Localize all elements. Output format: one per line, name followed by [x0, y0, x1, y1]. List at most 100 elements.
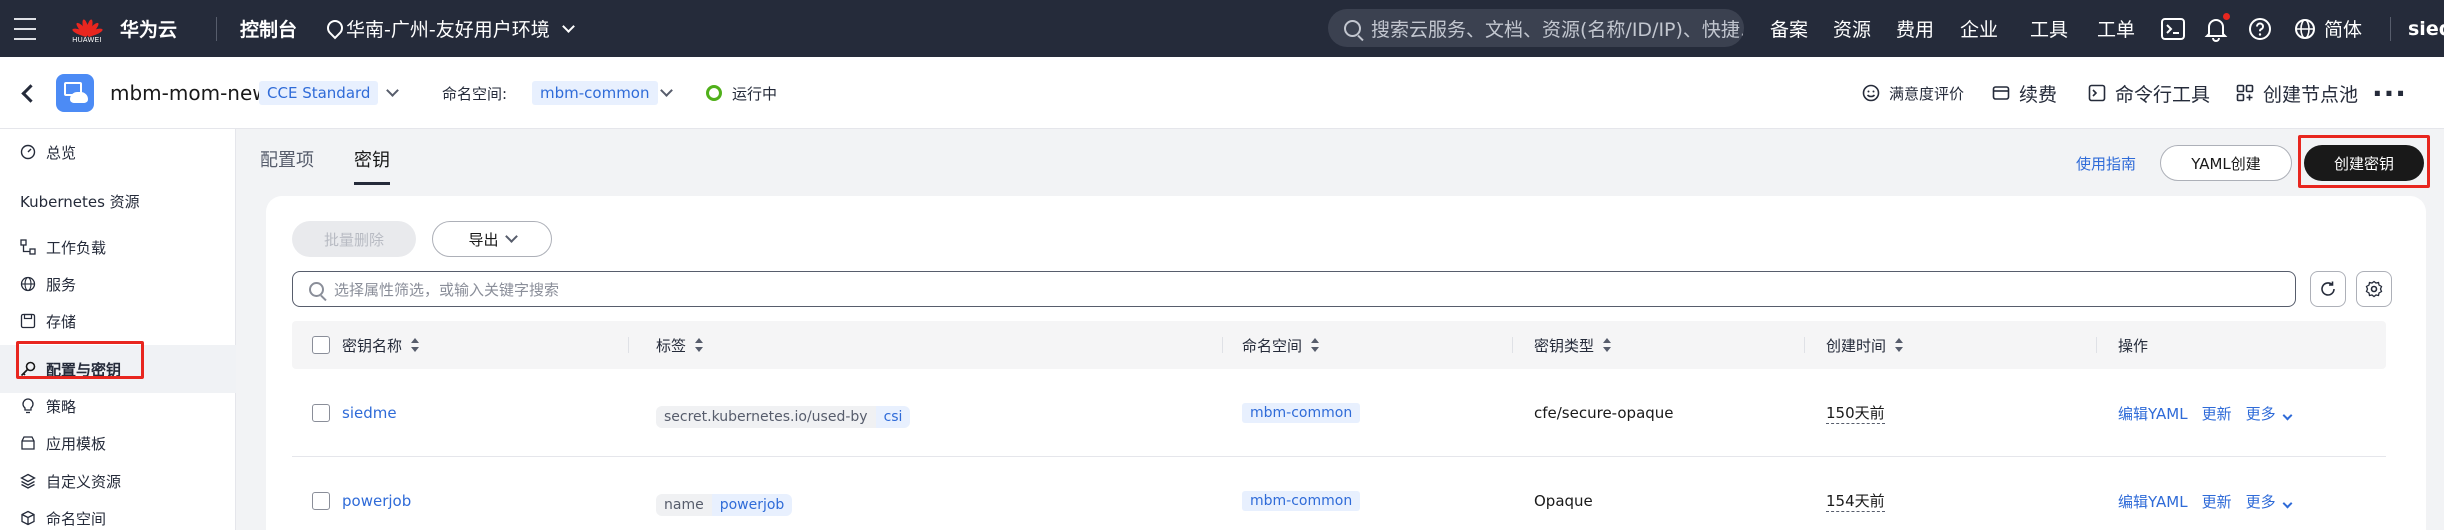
- cluster-version-tag: CCE Standard: [259, 57, 379, 129]
- created-time-cell: 150天前: [1826, 369, 1885, 457]
- hamburger-menu-icon[interactable]: [14, 0, 40, 57]
- console-link[interactable]: 控制台: [240, 0, 297, 57]
- region-selector[interactable]: 华南-广州-友好用户环境: [326, 0, 579, 57]
- sidebar-item-label: 存储: [46, 312, 77, 331]
- topnav-filing[interactable]: 备案: [1770, 0, 1808, 57]
- user-account-name[interactable]: sied: [2408, 0, 2444, 57]
- help-icon[interactable]: [2248, 0, 2272, 57]
- row-checkbox[interactable]: [312, 369, 330, 457]
- chevron-down-icon: [2282, 498, 2293, 508]
- highlight-box-create: [2298, 135, 2430, 188]
- filter-search-input[interactable]: 选择属性筛选，或输入关键字搜索: [292, 271, 2296, 307]
- created-time: 150天前: [1826, 404, 1885, 424]
- region-label: 华南-广州-友好用户环境: [346, 19, 550, 41]
- usage-guide-link[interactable]: 使用指南: [2076, 152, 2136, 176]
- sort-icon: [410, 338, 420, 352]
- more-actions-link[interactable]: 更多: [2246, 403, 2293, 424]
- namespace-chevron-icon[interactable]: [660, 57, 673, 129]
- sort-icon: [1602, 338, 1612, 352]
- create-nodepool-button[interactable]: 创建节点池: [2236, 57, 2358, 129]
- secret-list-card: 批量删除 导出 选择属性筛选，或输入关键字搜索 密钥名称 标签 命名空间 密钥类…: [266, 196, 2426, 530]
- more-label: 更多: [2245, 492, 2276, 511]
- column-header-label: 标签: [656, 336, 687, 355]
- column-header-type[interactable]: 密钥类型: [1534, 321, 1612, 369]
- renew-label: 续费: [2019, 83, 2058, 106]
- update-link[interactable]: 更新: [2202, 491, 2232, 512]
- sidebar-section-title: Kubernetes 资源: [20, 193, 140, 211]
- globe-icon: [2295, 18, 2315, 39]
- globe-icon: [20, 276, 36, 292]
- refresh-button[interactable]: [2310, 271, 2346, 307]
- label-key: secret.kubernetes.io/used-by: [656, 406, 876, 428]
- edit-yaml-link[interactable]: 编辑YAML: [2118, 491, 2188, 512]
- cluster-header: mbm-mom-new CCE Standard 命名空间: mbm-commo…: [0, 57, 2444, 129]
- topnav-resources[interactable]: 资源: [1833, 0, 1871, 57]
- sidebar-item-label: 应用模板: [46, 434, 107, 453]
- sidebar-item-custom-resource[interactable]: 自定义资源: [20, 469, 121, 493]
- namespace-selector[interactable]: mbm-common: [532, 57, 658, 129]
- cluster-version-label: CCE Standard: [259, 81, 379, 105]
- sidebar-item-service[interactable]: 服务: [20, 272, 76, 296]
- tab-configmap[interactable]: 配置项: [260, 145, 314, 185]
- sidebar-item-label: 命名空间: [46, 509, 107, 528]
- sidebar-item-policy[interactable]: 策略: [20, 394, 76, 418]
- brand-name[interactable]: 华为云: [120, 0, 177, 57]
- namespace-cell: mbm-common: [1242, 369, 1361, 457]
- row-checkbox[interactable]: [312, 457, 330, 530]
- back-arrow-icon[interactable]: [21, 57, 40, 129]
- rating-button[interactable]: 满意度评价: [1862, 57, 1964, 129]
- topnav-billing[interactable]: 费用: [1896, 0, 1934, 57]
- secret-name-link[interactable]: powerjob: [342, 457, 411, 530]
- column-header-label: 命名空间: [1242, 336, 1303, 355]
- sidebar-item-workload[interactable]: 工作负载: [20, 235, 106, 259]
- select-all-checkbox[interactable]: [312, 321, 330, 369]
- card-icon: [1992, 86, 2010, 100]
- layers-icon: [20, 473, 36, 489]
- column-header-label-tags[interactable]: 标签: [656, 321, 704, 369]
- batch-delete-button[interactable]: 批量删除: [292, 221, 416, 257]
- sidebar-item-namespace[interactable]: 命名空间: [20, 506, 106, 530]
- search-icon: [309, 281, 324, 297]
- more-actions-link[interactable]: 更多: [2245, 491, 2293, 512]
- huawei-logo[interactable]: HUAWEI: [68, 0, 106, 57]
- logo-word: HUAWEI: [72, 37, 102, 44]
- topnav-tickets[interactable]: 工单: [2097, 0, 2135, 57]
- rating-label: 满意度评价: [1889, 84, 1965, 103]
- chevron-down-icon: [504, 230, 518, 243]
- cluster-switch-chevron-icon[interactable]: [386, 57, 399, 129]
- sidebar-item-overview[interactable]: 总览: [20, 140, 76, 164]
- search-icon: [1344, 19, 1361, 37]
- label-value: powerjob: [711, 494, 793, 516]
- yaml-create-button[interactable]: YAML创建: [2160, 145, 2292, 181]
- global-search-input[interactable]: 搜索云服务、文档、资源(名称/ID/IP)、快捷...: [1328, 9, 1744, 47]
- sidebar-item-label: 策略: [46, 397, 77, 416]
- top-navigation-bar: HUAWEI 华为云 控制台 华南-广州-友好用户环境 搜索云服务、文档、资源(…: [0, 0, 2444, 57]
- terminal-icon: [2088, 84, 2106, 102]
- topnav-enterprise[interactable]: 企业: [1960, 0, 1998, 57]
- secret-type-cell: cfe/secure-opaque: [1534, 404, 1674, 422]
- cli-tool-button[interactable]: 命令行工具: [2088, 57, 2210, 129]
- column-header-label: 创建时间: [1826, 336, 1887, 355]
- more-actions-icon[interactable]: ···: [2372, 57, 2407, 129]
- terminal-icon[interactable]: [2160, 0, 2186, 57]
- sidebar-item-storage[interactable]: 存储: [20, 309, 76, 333]
- column-header-name[interactable]: 密钥名称: [342, 321, 420, 369]
- running-status-icon: [706, 85, 722, 101]
- topnav-tools[interactable]: 工具: [2030, 0, 2068, 57]
- settings-button[interactable]: [2356, 271, 2392, 307]
- export-button[interactable]: 导出: [432, 221, 552, 257]
- edit-yaml-link[interactable]: 编辑YAML: [2118, 403, 2188, 424]
- renew-button[interactable]: 续费: [1992, 57, 2057, 129]
- update-link[interactable]: 更新: [2202, 403, 2232, 424]
- column-header-namespace[interactable]: 命名空间: [1242, 321, 1320, 369]
- bulb-icon: [20, 398, 36, 414]
- column-header-created[interactable]: 创建时间: [1826, 321, 1904, 369]
- secret-name-link[interactable]: siedme: [342, 369, 397, 457]
- created-time: 154天前: [1826, 492, 1885, 512]
- label-chip: name powerjob: [656, 457, 793, 530]
- tab-secret[interactable]: 密钥: [354, 145, 390, 185]
- create-nodepool-label: 创建节点池: [2263, 83, 2359, 106]
- language-switch[interactable]: 简体: [2294, 0, 2362, 57]
- bell-icon[interactable]: [2204, 0, 2230, 57]
- sidebar-item-app-template[interactable]: 应用模板: [20, 431, 106, 455]
